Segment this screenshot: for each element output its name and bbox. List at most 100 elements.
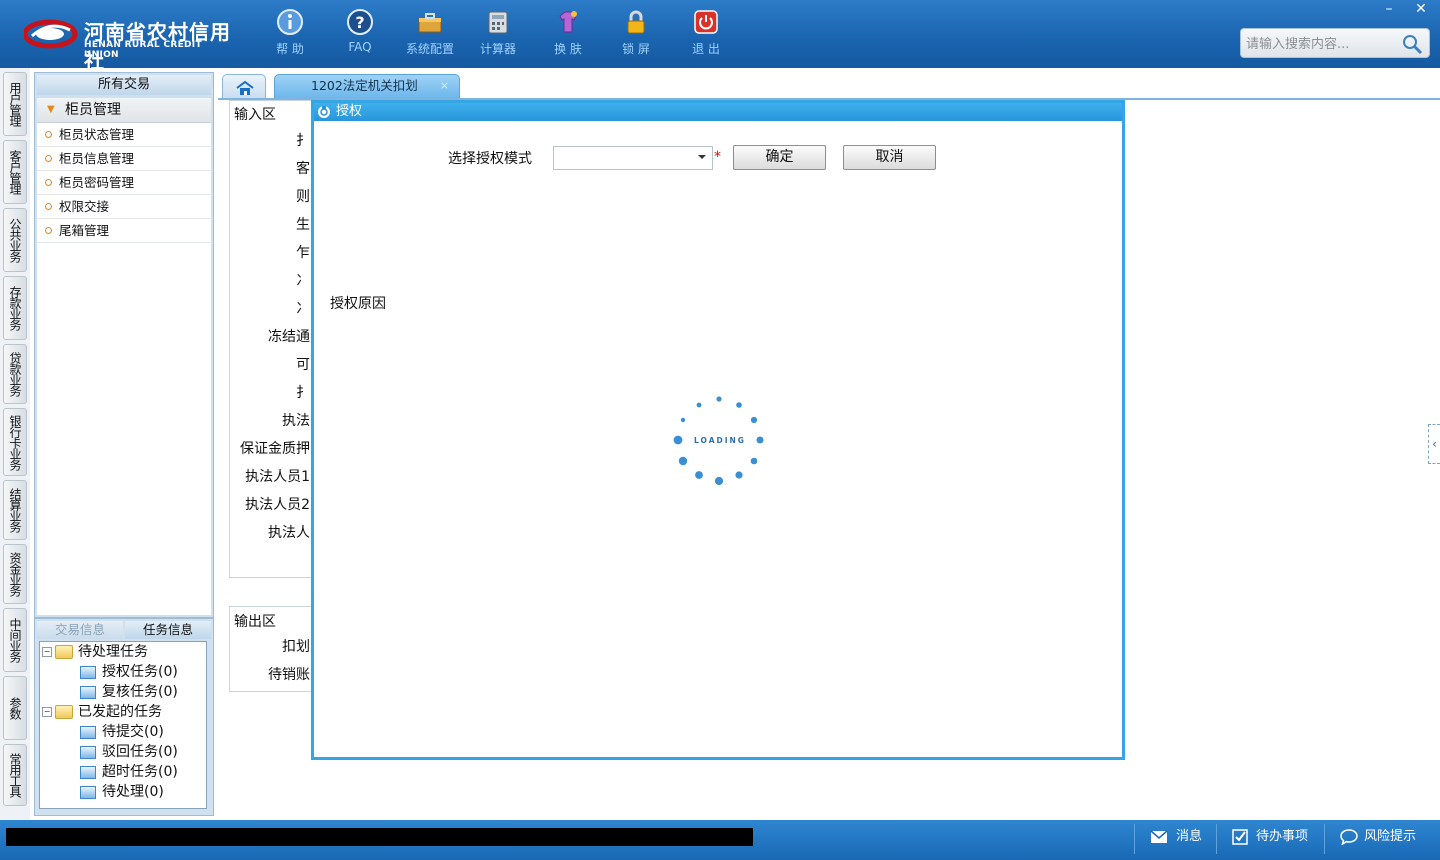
tab-home[interactable]	[222, 74, 266, 98]
shirt-icon	[559, 11, 577, 33]
messages-button[interactable]: 消息	[1150, 826, 1202, 848]
mail-icon	[1150, 829, 1168, 843]
skin-button[interactable]: 换 肤	[540, 8, 596, 62]
rail-tab-common-tools[interactable]: 常用工具	[3, 744, 27, 806]
dialog-title: 授权	[336, 104, 363, 119]
file-icon	[80, 725, 96, 739]
brand-name-en: HENAN RURAL CREDIT UNION	[84, 40, 202, 60]
tree-node-rejected[interactable]: 驳回任务(0)	[80, 742, 178, 762]
rail-tab-public-business[interactable]: 公共业务	[3, 208, 27, 272]
rail-tab-loan[interactable]: 贷款业务	[3, 344, 27, 404]
file-icon	[80, 765, 96, 779]
help-button[interactable]: 帮 助	[262, 8, 318, 62]
app-header: 河南省农村信用社 HENAN RURAL CREDIT UNION 帮 助 ? …	[0, 0, 1440, 73]
lock-icon	[627, 10, 645, 34]
loading-text: LOADING	[694, 436, 746, 445]
bullet-icon	[45, 203, 52, 210]
status-message-area	[6, 828, 753, 846]
tree-node-timeout[interactable]: 超时任务(0)	[80, 762, 178, 782]
auth-mode-select[interactable]	[553, 146, 713, 170]
search-box[interactable]	[1240, 28, 1430, 58]
bullet-icon	[45, 131, 52, 138]
rail-tab-params[interactable]: 参数	[3, 676, 27, 740]
nav-item-tail-box[interactable]: 尾箱管理	[37, 219, 211, 243]
faq-button[interactable]: ? FAQ	[332, 8, 388, 62]
tab-court-deduction[interactable]: 1202法定机关扣划 ×	[274, 74, 460, 98]
nav-item-permission-handover[interactable]: 权限交接	[37, 195, 211, 219]
input-section-title: 输入区	[234, 107, 276, 123]
calculator-button[interactable]: 计算器	[470, 8, 526, 62]
risk-alert-label: 风险提示	[1364, 829, 1417, 844]
divider	[1324, 824, 1325, 854]
tab-task-info[interactable]: 任务信息	[125, 621, 211, 639]
auth-mode-label: 选择授权模式	[448, 151, 532, 167]
file-icon	[80, 785, 96, 799]
minimize-button[interactable]: –	[1374, 0, 1404, 18]
exit-button[interactable]: 退 出	[678, 8, 734, 62]
tree-node-label: 待处理(0)	[102, 784, 164, 800]
folder-icon	[55, 705, 73, 719]
rail-tab-user-mgmt[interactable]: 用户管理	[3, 72, 27, 136]
close-tab-icon[interactable]: ×	[440, 75, 449, 97]
todo-button[interactable]: 待办事项	[1232, 826, 1308, 848]
rail-tab-intermediary[interactable]: 中间业务	[3, 608, 27, 672]
output-section-title: 输出区	[234, 614, 276, 630]
collapse-toggle-icon[interactable]: −	[42, 707, 52, 717]
tree-node-review-tasks[interactable]: 复核任务(0)	[80, 682, 178, 702]
home-icon	[236, 80, 254, 95]
caret-down-icon: ▼	[47, 104, 55, 115]
field-label: 客	[296, 161, 310, 177]
lock-label: 锁 屏	[622, 42, 650, 56]
tree-node-label: 复核任务(0)	[102, 684, 178, 700]
nav-item-teller-password[interactable]: 柜员密码管理	[37, 171, 211, 195]
field-label: 生	[296, 217, 310, 233]
dropdown-arrow-icon[interactable]	[698, 155, 706, 159]
field-label: 执法人员2	[245, 497, 310, 513]
key-icon	[318, 106, 330, 118]
loading-spinner: LOADING	[664, 385, 774, 495]
tab-label: 1202法定机关扣划	[311, 78, 418, 93]
rail-tab-customer-mgmt[interactable]: 客户管理	[3, 140, 27, 204]
lock-button[interactable]: 锁 屏	[608, 8, 664, 62]
tree-node-label: 驳回任务(0)	[102, 744, 178, 760]
tree-node-label: 待提交(0)	[102, 724, 164, 740]
risk-alert-button[interactable]: 风险提示	[1340, 826, 1416, 848]
nav-group-label: 柜员管理	[65, 102, 121, 118]
todo-label: 待办事项	[1256, 829, 1309, 844]
skin-label: 换 肤	[554, 42, 582, 56]
rail-tab-deposit[interactable]: 存款业务	[3, 276, 27, 340]
brand-logo: 河南省农村信用社 HENAN RURAL CREDIT UNION	[24, 14, 238, 73]
tree-node-to-submit[interactable]: 待提交(0)	[80, 722, 164, 742]
task-panel-tabs: 交易信息 任务信息	[37, 621, 211, 639]
power-icon	[694, 10, 718, 34]
search-input[interactable]	[1244, 34, 1408, 54]
tree-node-initiated[interactable]: − 已发起的任务	[42, 702, 162, 722]
nav-header: 所有交易	[37, 75, 211, 95]
checkbox-icon	[1232, 828, 1248, 845]
tree-node-to-process[interactable]: 待处理(0)	[80, 782, 164, 802]
config-button[interactable]: 系统配置	[402, 8, 458, 62]
rail-tab-bank-card[interactable]: 银行卡业务	[3, 408, 27, 476]
nav-group-teller-mgmt[interactable]: ▼ 柜员管理	[37, 98, 211, 123]
tree-node-pending[interactable]: − 待处理任务	[42, 642, 148, 662]
search-icon[interactable]	[1401, 33, 1423, 55]
confirm-button[interactable]: 确定	[733, 145, 826, 170]
tab-transaction-info[interactable]: 交易信息	[37, 621, 123, 639]
rail-tab-funds[interactable]: 资金业务	[3, 544, 27, 604]
nav-item-teller-info[interactable]: 柜员信息管理	[37, 147, 211, 171]
field-label: 执法	[282, 413, 310, 429]
dialog-title-bar[interactable]: 授权	[314, 103, 1122, 121]
rail-tab-settlement[interactable]: 结算业务	[3, 480, 27, 540]
tree-node-label: 超时任务(0)	[102, 764, 178, 780]
task-panel: 交易信息 任务信息 − 待处理任务 授权任务(0) 复核任务(0) − 已发起的任务…	[34, 618, 214, 816]
collapse-toggle-icon[interactable]: −	[42, 647, 52, 657]
logo-icon	[24, 19, 78, 49]
tree-node-auth-tasks[interactable]: 授权任务(0)	[80, 662, 178, 682]
collapse-handle[interactable]: ‹	[1428, 424, 1440, 464]
field-label: 可	[296, 357, 310, 373]
cancel-button[interactable]: 取消	[843, 145, 936, 170]
close-window-button[interactable]: ✕	[1406, 0, 1436, 18]
info-icon	[277, 9, 303, 35]
tree-node-label: 授权任务(0)	[102, 664, 178, 680]
nav-item-teller-status[interactable]: 柜员状态管理	[37, 123, 211, 147]
